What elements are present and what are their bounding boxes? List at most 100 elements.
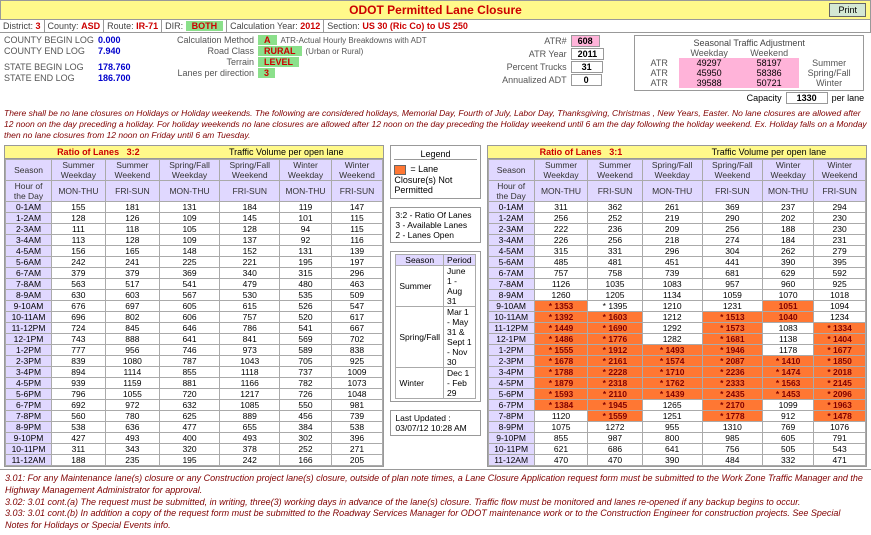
seasonal-cell: 58386 <box>739 68 799 78</box>
cell: 1043 <box>220 356 280 367</box>
cell: * 2170 <box>702 400 762 411</box>
cell: * 1574 <box>642 356 702 367</box>
table-row: 2-3PM* 1678* 2161* 1574* 2087* 1410* 185… <box>488 356 865 367</box>
sp-cell: Dec 1 - Feb 29 <box>444 367 476 398</box>
cell: 10-11AM <box>6 312 52 323</box>
cell: 796 <box>52 389 106 400</box>
print-button[interactable]: Print <box>829 3 866 17</box>
cell: 441 <box>702 257 762 268</box>
table-row: 1-2PM777956746973589838 <box>6 345 383 356</box>
hod-hdr: Hour of the Day <box>488 181 534 202</box>
cell: * 1603 <box>588 312 642 323</box>
cell: 451 <box>642 257 702 268</box>
cell: 11-12AM <box>6 455 52 466</box>
sel-lbl: STATE END LOG <box>4 73 94 83</box>
cell: 493 <box>105 433 159 444</box>
route-lbl: Route: <box>107 21 134 31</box>
col-hdr: Summer Weekday <box>534 160 588 181</box>
cell: 3-4PM <box>6 367 52 378</box>
cell: 1009 <box>331 367 383 378</box>
cell: 252 <box>588 213 642 224</box>
table-row: 2-3AM222236209256188230 <box>488 224 865 235</box>
cell: 279 <box>814 246 866 257</box>
cell: 589 <box>280 345 331 356</box>
seasonal-cell: 39588 <box>679 78 739 88</box>
cell: 94 <box>280 224 331 235</box>
col-hdr2: MON-THU <box>642 181 702 202</box>
table-row: 8-9AM630603567530535509 <box>6 290 383 301</box>
table-a-wrap: Ratio of Lanes 3:2 Traffic Volume per op… <box>4 145 384 467</box>
cell: 547 <box>331 301 383 312</box>
cell: 128 <box>220 224 280 235</box>
cell: 128 <box>52 213 106 224</box>
cell: 145 <box>220 213 280 224</box>
col-hdr: Winter Weekend <box>814 160 866 181</box>
cell: 343 <box>105 444 159 455</box>
cell: 395 <box>814 257 866 268</box>
cbl-lbl: COUNTY BEGIN LOG <box>4 35 94 45</box>
cell: * 1439 <box>642 389 702 400</box>
cell: 972 <box>105 400 159 411</box>
cell: * 1478 <box>814 411 866 422</box>
cell: 541 <box>280 323 331 334</box>
cell: 463 <box>331 279 383 290</box>
table-row: 10-11PM311343320378252271 <box>6 444 383 455</box>
cell: 115 <box>331 213 383 224</box>
cell: 702 <box>331 334 383 345</box>
sp-cell: Winter <box>396 367 444 398</box>
rc-lbl: Road Class <box>164 46 254 56</box>
cell: 957 <box>702 279 762 290</box>
col-hdr2: FRI-SUN <box>814 181 866 202</box>
cell: 0-1AM <box>488 202 534 213</box>
cell: 3-4AM <box>488 235 534 246</box>
cell: * 1776 <box>588 334 642 345</box>
cell: 320 <box>159 444 219 455</box>
cell: 236 <box>588 224 642 235</box>
col-hdr2: FRI-SUN <box>588 181 642 202</box>
seasonal-box: Seasonal Traffic Adjustment WeekdayWeeke… <box>634 35 864 91</box>
cell: 471 <box>814 455 866 466</box>
aadt-val: 0 <box>571 74 602 86</box>
cell: 195 <box>159 455 219 466</box>
cell: * 2333 <box>702 378 762 389</box>
cell: 202 <box>763 213 814 224</box>
cell: 1083 <box>642 279 702 290</box>
cell: 9-10PM <box>6 433 52 444</box>
col-hdr2: MON-THU <box>52 181 106 202</box>
col-hdr: Winter Weekday <box>763 160 814 181</box>
cell: 241 <box>105 257 159 268</box>
cell: 526 <box>280 301 331 312</box>
col-hdr: Summer Weekend <box>588 160 642 181</box>
cell: 118 <box>105 224 159 235</box>
cell: 274 <box>702 235 762 246</box>
legend-box: Legend = Lane Closure(s) Not Permitted <box>390 145 480 199</box>
cell: 535 <box>280 290 331 301</box>
col-hdr: Winter Weekday <box>280 160 331 181</box>
cell: 92 <box>280 235 331 246</box>
cell: 493 <box>220 433 280 444</box>
cell: 720 <box>159 389 219 400</box>
cell: 743 <box>52 334 106 345</box>
cell: 181 <box>105 202 159 213</box>
cell: 12-1PM <box>488 334 534 345</box>
cell: * 1681 <box>702 334 762 345</box>
table-row: 3-4PM* 1788* 2228* 1710* 2236* 1474* 201… <box>488 367 865 378</box>
cell: 184 <box>763 235 814 246</box>
table-row: 11-12AM188235195242166205 <box>6 455 383 466</box>
cell: 332 <box>763 455 814 466</box>
table-row: 7-8PM560780625889456739 <box>6 411 383 422</box>
cell: 188 <box>52 455 106 466</box>
rc-note: (Urban or Rural) <box>306 47 364 56</box>
col-hdr2: FRI-SUN <box>702 181 762 202</box>
cell: 1272 <box>588 422 642 433</box>
cell: 481 <box>588 257 642 268</box>
table-row: 11-12PM724845646786541667 <box>6 323 383 334</box>
table-row: 8-9PM1075127295513107691076 <box>488 422 865 433</box>
cell: 111 <box>52 224 106 235</box>
cell: 1234 <box>814 312 866 323</box>
atr-lbl: ATR# <box>477 36 567 46</box>
cell: 629 <box>763 268 814 279</box>
cell: 116 <box>331 235 383 246</box>
cell: 1114 <box>105 367 159 378</box>
cell: 369 <box>159 268 219 279</box>
